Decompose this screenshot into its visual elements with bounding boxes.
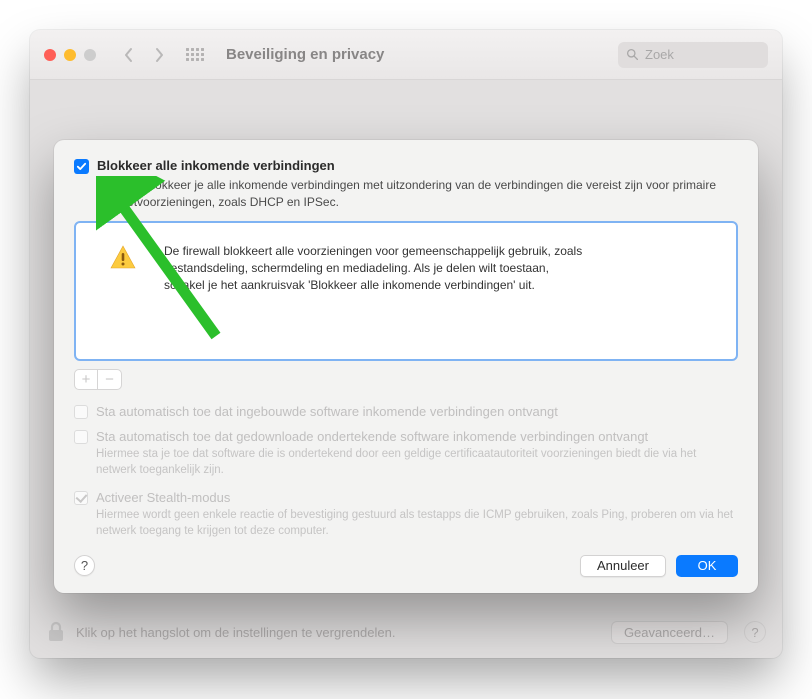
info-text: De firewall blokkeert alle voorzieningen… [164,243,584,295]
forward-button [146,42,172,68]
allow-signed-checkbox [74,430,88,444]
search-placeholder: Zoek [645,47,674,62]
allow-signed-label: Sta automatisch toe dat gedownloade onde… [96,429,648,444]
add-button: + [74,369,98,390]
minimize-window-button[interactable] [64,49,76,61]
help-button-background: ? [744,621,766,643]
cancel-button[interactable]: Annuleer [580,555,666,577]
allow-builtin-checkbox [74,405,88,419]
preferences-window: Beveiliging en privacy Zoek Klik op het … [30,30,782,658]
stealth-mode-checkbox [74,491,88,505]
ok-button[interactable]: OK [676,555,738,577]
block-all-incoming-description: Hiermee blokkeer je alle inkomende verbi… [74,177,738,211]
stealth-mode-label: Activeer Stealth-modus [96,490,230,505]
lock-icon[interactable] [46,620,66,644]
advanced-button[interactable]: Geavanceerd… [611,621,728,644]
titlebar: Beveiliging en privacy Zoek [30,30,782,80]
back-button[interactable] [116,42,142,68]
warning-icon [110,245,136,269]
allow-builtin-label: Sta automatisch toe dat ingebouwde softw… [96,404,558,419]
window-controls [44,49,96,61]
block-all-incoming-checkbox[interactable] [74,159,89,174]
search-icon [626,48,639,61]
block-all-incoming-label: Blokkeer alle inkomende verbindingen [97,158,335,173]
window-title: Beveiliging en privacy [226,46,384,63]
info-box: De firewall blokkeert alle voorzieningen… [74,221,738,361]
close-window-button[interactable] [44,49,56,61]
firewall-options-sheet: Blokkeer alle inkomende verbindingen Hie… [54,140,758,593]
stealth-mode-description: Hiermee wordt geen enkele reactie of bev… [74,507,738,539]
remove-button: − [98,369,122,390]
allow-signed-description: Hiermee sta je toe dat software die is o… [74,446,738,478]
help-button[interactable]: ? [74,555,95,576]
zoom-window-button [84,49,96,61]
show-all-icon[interactable] [186,44,208,66]
search-input[interactable]: Zoek [618,42,768,68]
lock-text: Klik op het hangslot om de instellingen … [76,625,395,640]
